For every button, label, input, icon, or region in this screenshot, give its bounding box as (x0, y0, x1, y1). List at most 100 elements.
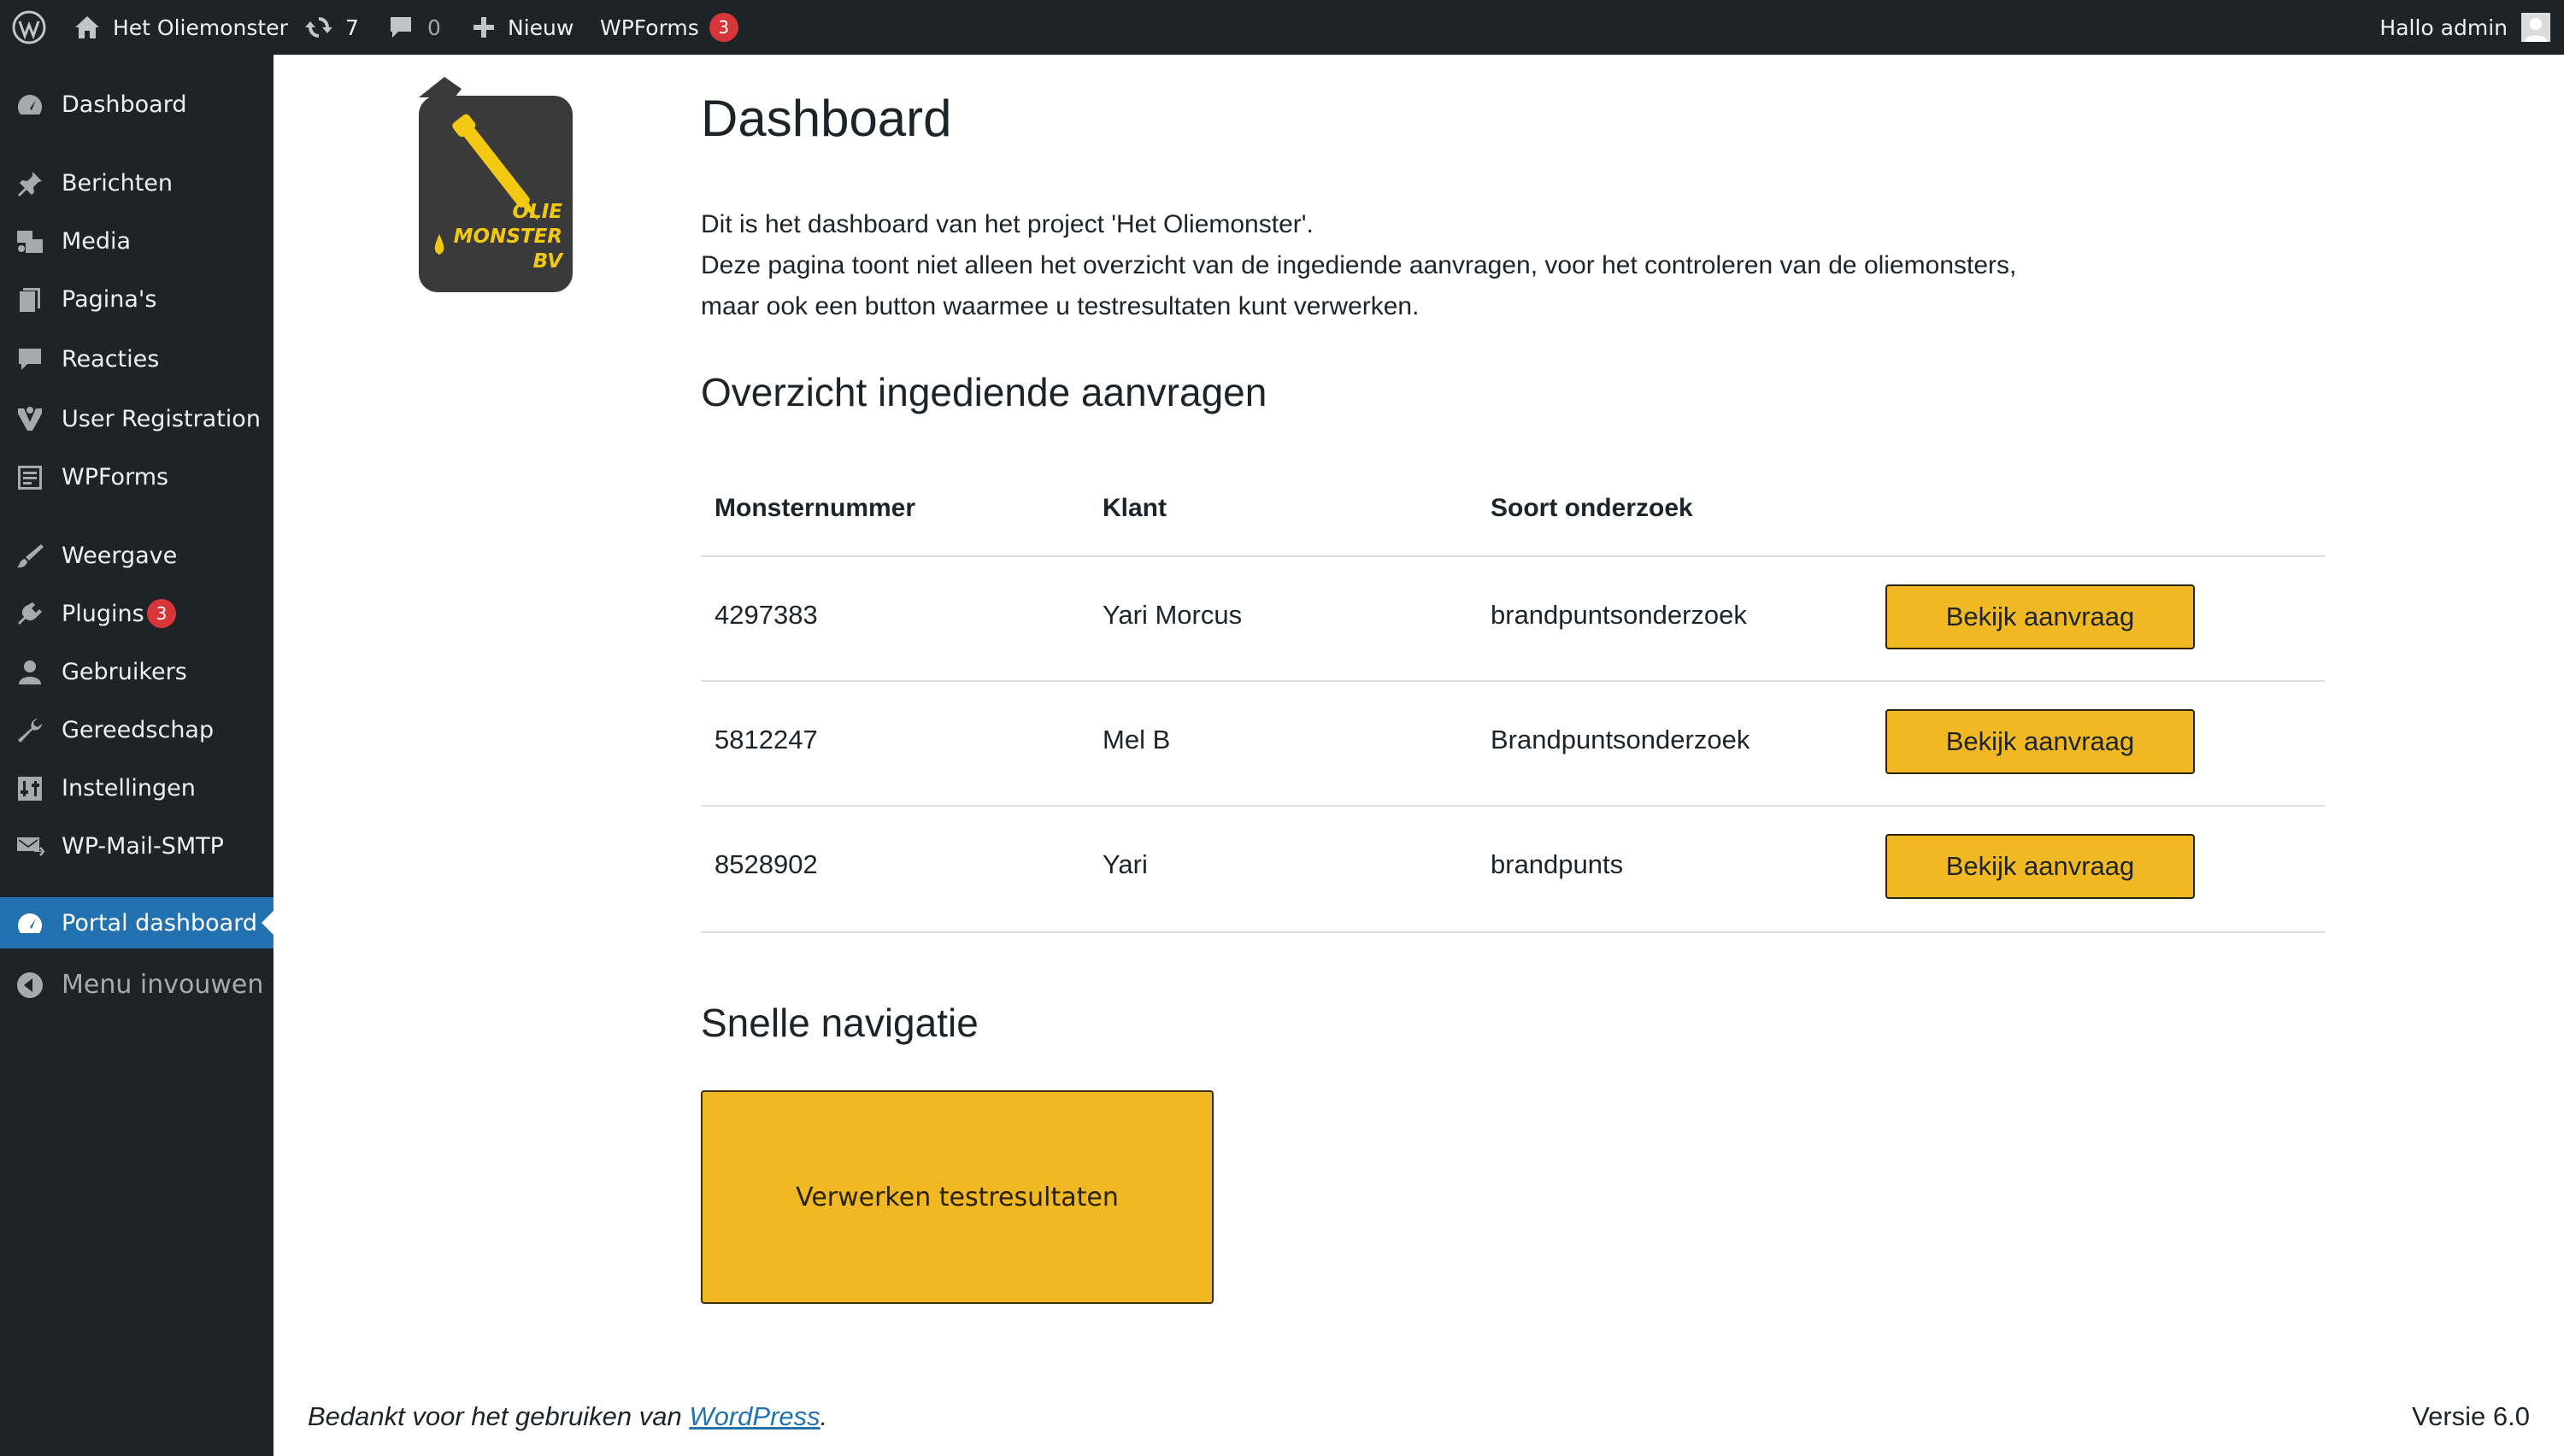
comment-icon (15, 345, 44, 374)
sidebar-item-label: WP-Mail-SMTP (62, 832, 224, 860)
users-icon (15, 658, 44, 687)
cell-klant: Yari Morcus (1103, 600, 1243, 630)
company-logo: OLIE MONSTER BV (410, 72, 581, 294)
tools-icon (15, 716, 44, 745)
comments-link[interactable]: 0 (388, 0, 441, 55)
requests-heading: Overzicht ingediende aanvragen (701, 370, 1267, 414)
comment-icon (388, 15, 414, 40)
logo-text-olie: OLIE (512, 201, 562, 223)
sidebar-item-reacties[interactable]: Reacties (0, 333, 273, 385)
intro-text-line-3: maar ook een button waarmee u testresult… (701, 292, 1420, 320)
sidebar-item-weergave[interactable]: Weergave (0, 530, 273, 581)
cell-monsternummer: 4297383 (715, 600, 818, 630)
sidebar-item-label: Portal dashboard (62, 909, 257, 936)
footer-thanks-text: Bedankt voor het gebruiken van (308, 1401, 690, 1431)
process-test-results-button[interactable]: Verwerken testresultaten (701, 1090, 1214, 1304)
updates-count: 7 (345, 15, 359, 40)
sidebar-item-wpforms[interactable]: WPForms (0, 451, 273, 502)
wpforms-label: WPForms (600, 15, 699, 40)
view-request-button[interactable]: Bekijk aanvraag (1885, 834, 2195, 899)
table-header-soort: Soort onderzoek (1491, 494, 1693, 522)
home-icon (74, 15, 101, 40)
mail-icon (15, 832, 44, 861)
sidebar-item-instellingen[interactable]: Instellingen (0, 762, 273, 813)
sidebar-item-label: Berichten (62, 169, 173, 197)
wordpress-logo-icon[interactable] (12, 0, 46, 55)
wordpress-link[interactable]: WordPress (689, 1401, 820, 1431)
sidebar-item-label: Gebruikers (62, 658, 187, 685)
sidebar-item-label: Weergave (62, 542, 178, 569)
sidebar-item-label: WPForms (62, 463, 169, 490)
pages-icon (15, 285, 44, 314)
logo-text-bv: BV (532, 250, 562, 273)
cell-monsternummer: 8528902 (715, 849, 818, 879)
page-title: Dashboard (701, 90, 952, 147)
wpforms-badge: 3 (709, 13, 738, 42)
appearance-icon (15, 542, 44, 571)
admin-sidebar: Dashboard Berichten Media Pagina's React… (0, 55, 273, 1456)
table-row: 4297383 Yari Morcus brandpuntsonderzoek … (701, 555, 2325, 682)
cell-klant: Yari (1103, 849, 1148, 879)
new-content-link[interactable]: Nieuw (472, 0, 573, 55)
intro-text-line-2: Deze pagina toont niet alleen het overzi… (701, 251, 2017, 279)
cell-klant: Mel B (1103, 725, 1171, 754)
collapse-menu-button[interactable]: Menu invouwen (0, 959, 273, 1010)
site-name-label: Het Oliemonster (113, 15, 288, 40)
sidebar-item-label: Plugins (62, 600, 144, 627)
quick-nav-heading: Snelle navigatie (701, 1001, 979, 1045)
dashboard-icon (15, 909, 44, 938)
logo-text-monster: MONSTER (453, 226, 562, 248)
current-indicator (262, 911, 273, 935)
sidebar-item-berichten[interactable]: Berichten (0, 157, 273, 208)
cell-soort: brandpuntsonderzoek (1491, 600, 1747, 630)
footer-version: Versie 6.0 (2412, 1401, 2530, 1431)
sidebar-item-gebruikers[interactable]: Gebruikers (0, 646, 273, 697)
sidebar-item-plugins[interactable]: Plugins 3 (0, 588, 273, 639)
sidebar-item-label: Gereedschap (62, 716, 215, 743)
plugins-badge: 3 (147, 599, 176, 628)
sidebar-item-label: Reacties (62, 345, 160, 373)
my-account-link[interactable]: Hallo admin (2379, 0, 2550, 55)
table-header-monsternummer: Monsternummer (715, 494, 916, 522)
dashboard-icon (15, 91, 44, 120)
footer-thanks-suffix: . (820, 1401, 828, 1431)
plugins-icon (15, 600, 44, 629)
footer-thanks: Bedankt voor het gebruiken van WordPress… (308, 1401, 827, 1432)
cell-soort: Brandpuntsonderzoek (1491, 725, 1750, 754)
greeting-label: Hallo admin (2379, 15, 2508, 40)
cell-monsternummer: 5812247 (715, 725, 818, 754)
plus-icon (472, 15, 496, 39)
forms-icon (15, 463, 44, 492)
site-name-link[interactable]: Het Oliemonster (74, 0, 288, 55)
sidebar-item-user-registration[interactable]: User Registration (0, 393, 273, 444)
new-label: Nieuw (508, 15, 574, 40)
user-registration-icon (15, 405, 44, 434)
sidebar-item-label: Media (62, 227, 132, 255)
wpforms-link[interactable]: WPForms 3 (600, 0, 738, 55)
view-request-button[interactable]: Bekijk aanvraag (1885, 709, 2195, 774)
view-request-button[interactable]: Bekijk aanvraag (1885, 584, 2195, 649)
sidebar-item-portal-dashboard[interactable]: Portal dashboard (0, 897, 273, 948)
sidebar-item-label: User Registration (62, 405, 261, 432)
table-bottom-border (701, 931, 2325, 933)
sidebar-item-gereedschap[interactable]: Gereedschap (0, 704, 273, 755)
sidebar-item-dashboard[interactable]: Dashboard (0, 79, 273, 130)
sidebar-item-paginas[interactable]: Pagina's (0, 273, 273, 325)
sidebar-item-label: Dashboard (62, 91, 187, 118)
cell-soort: brandpunts (1491, 849, 1624, 879)
comments-count: 0 (427, 15, 441, 40)
sidebar-item-label: Instellingen (62, 774, 196, 801)
table-row: 8528902 Yari brandpunts Bekijk aanvraag (701, 805, 2325, 931)
sidebar-item-label: Pagina's (62, 285, 157, 313)
avatar-icon (2521, 13, 2550, 42)
admin-bar: Het Oliemonster 7 0 Nieuw WPForms 3 Hall… (0, 0, 2564, 55)
sidebar-item-media[interactable]: Media (0, 215, 273, 267)
sidebar-item-wp-mail-smtp[interactable]: WP-Mail-SMTP (0, 820, 273, 872)
sidebar-item-label: Menu invouwen (62, 969, 264, 1000)
updates-icon (304, 13, 333, 42)
pin-icon (15, 169, 44, 198)
updates-link[interactable]: 7 (304, 0, 359, 55)
table-header-klant: Klant (1103, 494, 1167, 522)
media-icon (15, 227, 44, 256)
intro-text-line-1: Dit is het dashboard van het project 'He… (701, 210, 1314, 238)
